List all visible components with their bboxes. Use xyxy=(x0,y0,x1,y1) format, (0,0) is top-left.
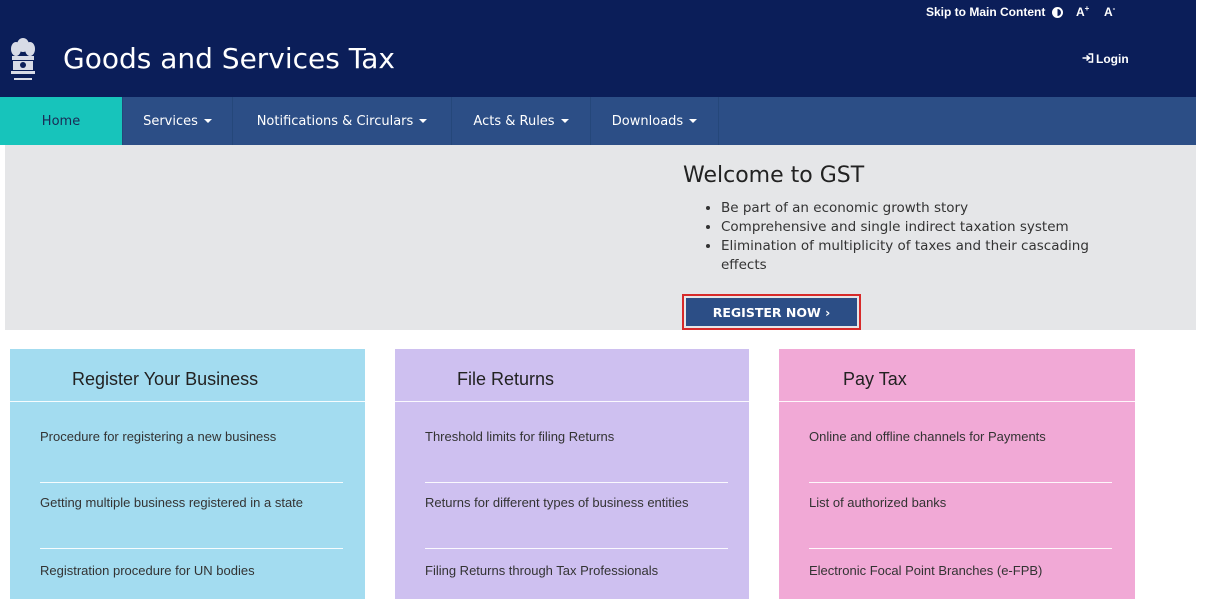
file-returns-card: File Returns Threshold limits for filing… xyxy=(395,349,749,599)
card-divider xyxy=(395,401,749,402)
font-decrease-button[interactable]: A- xyxy=(1104,4,1115,19)
nav-downloads[interactable]: Downloads xyxy=(591,97,719,145)
welcome-bullet-list: Be part of an economic growth story Comp… xyxy=(707,199,1127,275)
chevron-down-icon xyxy=(560,119,569,123)
register-now-button[interactable]: REGISTER NOW › xyxy=(686,298,857,326)
font-decrease-sup: - xyxy=(1112,4,1116,13)
card-title: Register Your Business xyxy=(72,369,259,389)
nav-acts-rules[interactable]: Acts & Rules xyxy=(452,97,591,145)
card-divider xyxy=(809,548,1112,549)
skip-to-main-content-link[interactable]: Skip to Main Content xyxy=(926,5,1045,19)
card-divider xyxy=(809,482,1112,483)
card-link[interactable]: Filing Returns through Tax Professionals xyxy=(425,563,658,578)
nav-downloads-label: Downloads xyxy=(611,113,684,129)
nav-acts-rules-label: Acts & Rules xyxy=(473,113,555,129)
font-increase-button[interactable]: A+ xyxy=(1076,4,1089,19)
font-increase-sup: + xyxy=(1084,4,1090,13)
card-link[interactable]: Threshold limits for filing Returns xyxy=(425,429,614,444)
welcome-bullet: Elimination of multiplicity of taxes and… xyxy=(721,237,1127,275)
pay-tax-card: Pay Tax Online and offline channels for … xyxy=(779,349,1135,599)
card-title: File Returns xyxy=(457,369,555,389)
main-nav: Home Services Notifications & Circulars … xyxy=(0,97,1196,145)
card-link[interactable]: Online and offline channels for Payments xyxy=(809,429,1046,444)
card-divider xyxy=(10,401,365,402)
site-header: Goods and Services Tax Login xyxy=(0,26,1196,97)
card-link[interactable]: Returns for different types of business … xyxy=(425,495,689,510)
nav-notifications-label: Notifications & Circulars xyxy=(256,113,414,129)
nav-home[interactable]: Home xyxy=(0,97,123,145)
contrast-toggle-icon[interactable] xyxy=(1052,7,1063,18)
chevron-down-icon xyxy=(203,119,212,123)
card-link[interactable]: Procedure for registering a new business xyxy=(40,429,276,444)
nav-notifications-circulars[interactable]: Notifications & Circulars xyxy=(233,97,452,145)
card-divider xyxy=(425,548,728,549)
card-divider xyxy=(425,482,728,483)
national-emblem-icon xyxy=(11,38,35,80)
chevron-down-icon xyxy=(419,119,428,123)
nav-services[interactable]: Services xyxy=(123,97,233,145)
register-now-highlight: REGISTER NOW › xyxy=(682,294,861,330)
welcome-banner: Welcome to GST Be part of an economic gr… xyxy=(5,145,1196,330)
card-divider xyxy=(779,401,1135,402)
login-label: Login xyxy=(1096,52,1129,66)
chevron-down-icon xyxy=(689,119,698,123)
card-link[interactable]: Registration procedure for UN bodies xyxy=(40,563,255,578)
site-title: Goods and Services Tax xyxy=(63,42,395,75)
nav-home-label: Home xyxy=(41,113,81,129)
card-link[interactable]: Electronic Focal Point Branches (e-FPB) xyxy=(809,563,1042,578)
login-icon xyxy=(1082,53,1094,63)
register-business-card: Register Your Business Procedure for reg… xyxy=(10,349,365,599)
top-utility-bar: Skip to Main Content A+ A- xyxy=(0,0,1196,26)
font-increase-label: A xyxy=(1076,5,1085,19)
welcome-bullet: Be part of an economic growth story xyxy=(721,199,1127,218)
card-link[interactable]: Getting multiple business registered in … xyxy=(40,495,303,510)
card-title: Pay Tax xyxy=(843,369,907,389)
card-divider xyxy=(40,548,343,549)
nav-services-label: Services xyxy=(143,113,198,129)
card-divider xyxy=(40,482,343,483)
welcome-bullet: Comprehensive and single indirect taxati… xyxy=(721,218,1127,237)
font-decrease-label: A xyxy=(1104,5,1113,19)
card-link[interactable]: List of authorized banks xyxy=(809,495,946,510)
welcome-title: Welcome to GST xyxy=(683,163,865,188)
login-link[interactable]: Login xyxy=(1082,52,1129,66)
